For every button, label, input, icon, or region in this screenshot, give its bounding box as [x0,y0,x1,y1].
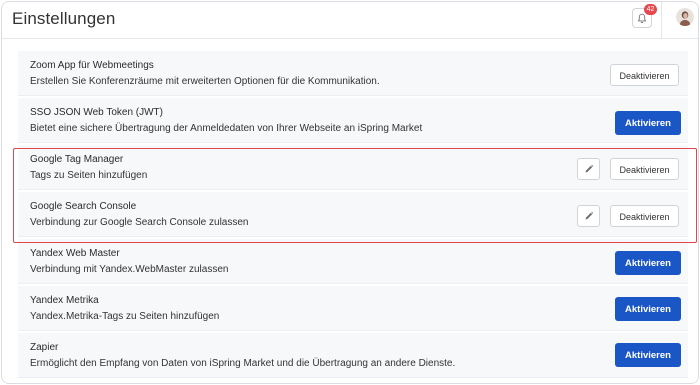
activate-button[interactable]: Aktivieren [615,343,681,367]
list-item-yandex-metrika: Yandex Metrika Yandex.Metrika-Tags zu Se… [18,286,688,331]
page-header: Einstellungen 42 [2,2,698,39]
item-title: Yandex Metrika [30,295,99,306]
item-description: Bietet eine sichere Übertragung der Anme… [30,123,423,134]
user-avatar[interactable] [676,8,694,26]
list-item-yandex-webmaster: Yandex Web Master Verbindung mit Yandex.… [18,239,688,284]
activate-button[interactable]: Aktivieren [615,111,681,135]
list-item-zapier: Zapier Ermöglicht den Empfang von Daten … [18,333,688,378]
deactivate-button[interactable]: Deaktivieren [610,64,679,86]
item-title: SSO JSON Web Token (JWT) [30,107,163,118]
activate-button[interactable]: Aktivieren [615,297,681,321]
app-window: Einstellungen 42 Zoom App für Webmeeting… [1,1,699,384]
page-title: Einstellungen [12,9,116,28]
list-item-zoom: Zoom App für Webmeetings Erstellen Sie K… [18,51,688,96]
integrations-list: Zoom App für Webmeetings Erstellen Sie K… [2,39,698,383]
item-title: Zoom App für Webmeetings [30,60,154,71]
activate-button[interactable]: Aktivieren [615,251,681,275]
item-title: Zapier [30,342,59,353]
avatar-image [676,8,694,26]
notification-count-badge: 42 [644,4,657,15]
highlight-frame [13,148,697,243]
item-description: Yandex.Metrika-Tags zu Seiten hinzufügen [30,311,220,322]
bell-icon [637,13,647,23]
header-divider [661,2,662,38]
item-title: Yandex Web Master [30,248,120,259]
item-description: Ermöglicht den Empfang von Daten von iSp… [30,358,456,369]
item-description: Erstellen Sie Konferenzräume mit erweite… [30,76,380,87]
list-item-sso-jwt: SSO JSON Web Token (JWT) Bietet eine sic… [18,98,688,143]
item-description: Verbindung mit Yandex.WebMaster zulassen [30,264,229,275]
